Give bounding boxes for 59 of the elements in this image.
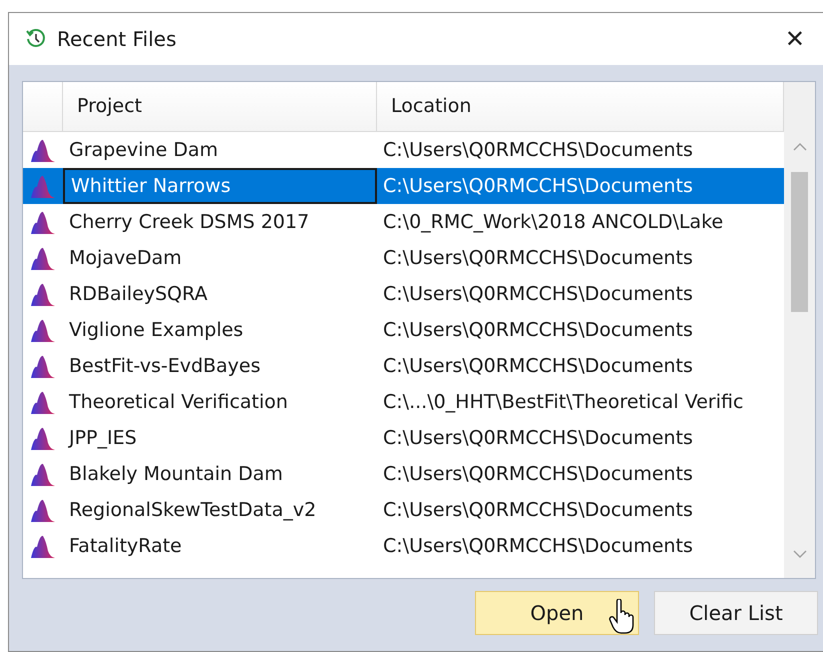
file-row[interactable]: RegionalSkewTestData_v2 C:\Users\Q0RMCCHS\Documents — [23, 492, 784, 528]
chart-icon — [30, 533, 56, 559]
scrollbar-thumb[interactable] — [791, 172, 808, 312]
project-cell-text: MojaveDam — [68, 246, 183, 271]
file-row[interactable]: JPP_IES C:\Users\Q0RMCCHS\Documents — [23, 420, 784, 456]
window-title: Recent Files — [57, 26, 178, 53]
file-row[interactable]: Grapevine Dam C:\Users\Q0RMCCHS\Documents — [23, 132, 784, 168]
location-cell-text: C:\Users\Q0RMCCHS\Documents — [382, 174, 694, 199]
location-cell-text: C:\0_RMC_Work\2018 ANCOLD\Lake — [382, 210, 724, 235]
file-row[interactable]: Whittier Narrows C:\Users\Q0RMCCHS\Documents — [23, 168, 784, 204]
project-cell: Whittier Narrows — [63, 168, 377, 204]
hand-cursor-icon — [609, 599, 635, 635]
location-cell-text: C:\Users\Q0RMCCHS\Documents — [382, 354, 694, 379]
chart-icon — [30, 281, 56, 307]
project-cell-text: FatalityRate — [68, 534, 183, 559]
location-cell-text: C:\Users\Q0RMCCHS\Documents — [382, 462, 694, 487]
history-icon — [25, 28, 47, 50]
file-row[interactable]: BestFit-vs-EvdBayes C:\Users\Q0RMCCHS\Documents — [23, 348, 784, 384]
chart-icon — [30, 353, 56, 379]
location-cell-text: C:\Users\Q0RMCCHS\Documents — [382, 318, 694, 343]
dialog-button[interactable]: Clear List — [654, 591, 818, 635]
project-cell-text: BestFit-vs-EvdBayes — [68, 354, 262, 379]
column-header[interactable]: Project — [63, 82, 377, 131]
scroll-up-icon[interactable] — [792, 143, 807, 151]
location-cell-text: C:\Users\Q0RMCCHS\Documents — [382, 282, 694, 307]
chart-icon — [30, 209, 56, 235]
chart-icon — [30, 461, 56, 487]
chart-icon — [30, 389, 56, 415]
project-cell-text: Cherry Creek DSMS 2017 — [68, 210, 310, 235]
project-cell-text: Blakely Mountain Dam — [68, 462, 284, 487]
project-cell-text: Theoretical Verification — [68, 390, 289, 415]
chart-icon — [30, 497, 56, 523]
location-cell-text: C:\...\0_HHT\BestFit\Theoretical Verific — [382, 390, 744, 415]
project-cell-text: RegionalSkewTestData_v2 — [68, 498, 318, 523]
file-row[interactable]: MojaveDam C:\Users\Q0RMCCHS\Documents — [23, 240, 784, 276]
chart-icon — [30, 317, 56, 343]
scroll-down-icon[interactable] — [792, 550, 807, 558]
scrollbar[interactable] — [784, 82, 815, 578]
project-cell-text: RDBaileySQRA — [68, 282, 208, 307]
file-row[interactable]: RDBaileySQRA C:\Users\Q0RMCCHS\Documents — [23, 276, 784, 312]
file-row[interactable]: Blakely Mountain Dam C:\Users\Q0RMCCHS\Documents — [23, 456, 784, 492]
chart-icon — [30, 245, 56, 271]
chart-icon — [30, 425, 56, 451]
chart-icon — [30, 173, 56, 199]
file-row[interactable]: Viglione Examples C:\Users\Q0RMCCHS\Documents — [23, 312, 784, 348]
close-button[interactable]: ✕ — [780, 23, 809, 55]
file-row[interactable]: FatalityRate C:\Users\Q0RMCCHS\Documents — [23, 528, 784, 564]
file-row[interactable]: Cherry Creek DSMS 2017 C:\0_RMC_Work\2018 ANCOLD\Lake — [23, 204, 784, 240]
dialog-button[interactable]: Open — [475, 591, 639, 635]
project-cell-text: JPP_IES — [67, 426, 138, 451]
chart-icon — [30, 137, 56, 163]
location-cell-text: C:\Users\Q0RMCCHS\Documents — [382, 534, 694, 559]
location-cell-text: C:\Users\Q0RMCCHS\Documents — [382, 246, 694, 271]
location-cell-text: C:\Users\Q0RMCCHS\Documents — [382, 138, 694, 163]
project-cell-text: Grapevine Dam — [68, 138, 220, 163]
location-cell-text: C:\Users\Q0RMCCHS\Documents — [382, 426, 694, 451]
file-row[interactable]: Theoretical Verification C:\...\0_HHT\BestFit\Theoretical Verific — [23, 384, 784, 420]
location-cell-text: C:\Users\Q0RMCCHS\Documents — [382, 498, 694, 523]
project-cell-text: Viglione Examples — [68, 318, 244, 343]
